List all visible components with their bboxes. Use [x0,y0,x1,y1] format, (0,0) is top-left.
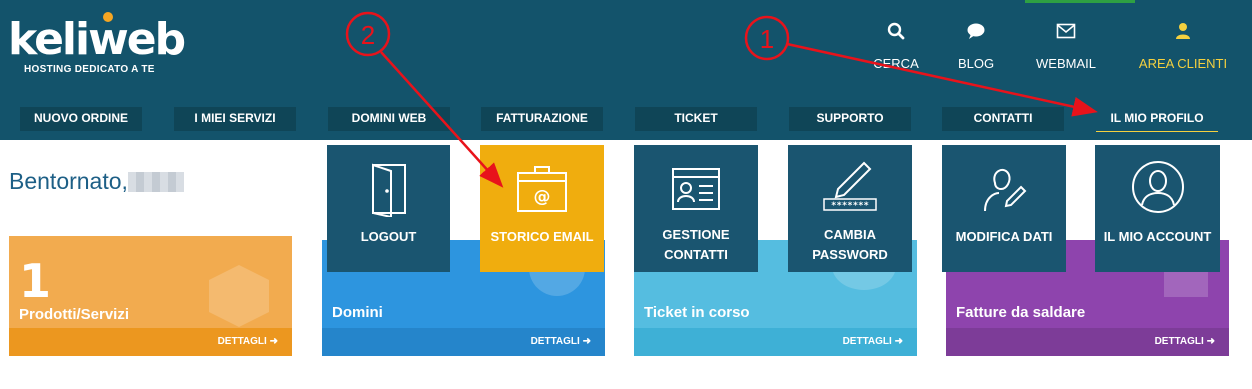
svg-text:1: 1 [760,24,774,54]
annotation-1: 1 [744,15,1098,117]
svg-text:2: 2 [361,20,375,50]
annotation-2: 2 [345,11,504,188]
annotation-overlay: 1 2 [345,11,1098,188]
